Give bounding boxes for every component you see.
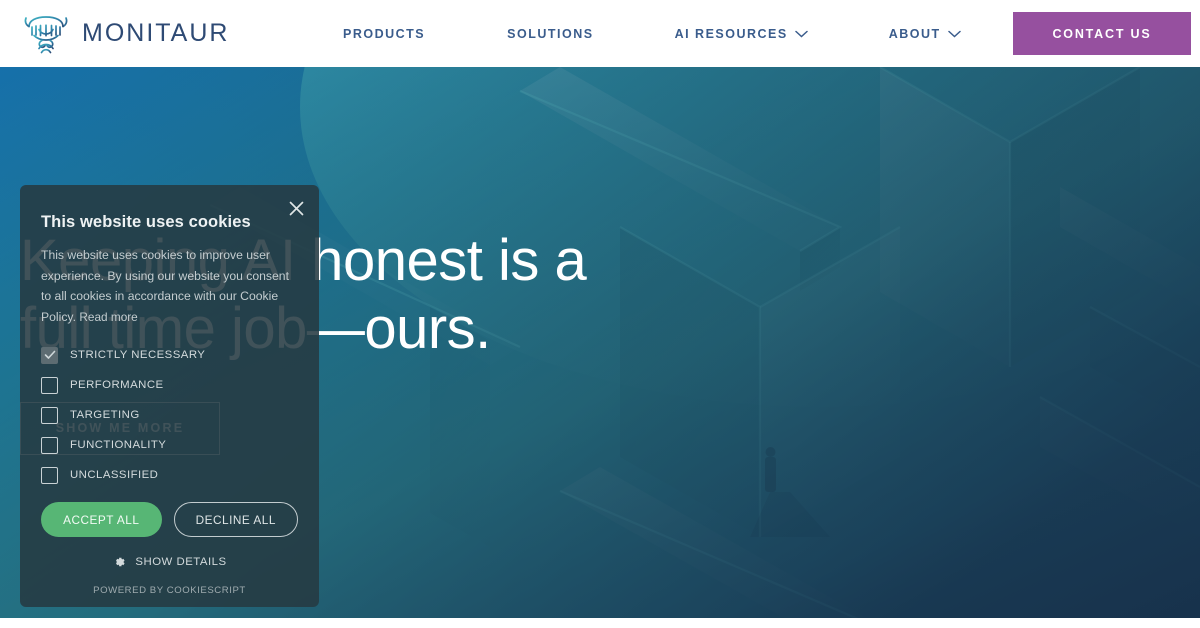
main-nav: PRODUCTS SOLUTIONS AI RESOURCES ABOUT (343, 0, 961, 67)
gear-icon (116, 558, 125, 567)
nav-label: AI RESOURCES (674, 26, 788, 41)
powered-by-cookiescript[interactable]: POWERED BY COOKIESCRIPT (41, 585, 298, 596)
nav-item-ai-resources[interactable]: AI RESOURCES (675, 27, 808, 41)
cookie-category-label: UNCLASSIFIED (70, 469, 159, 482)
check-icon (44, 351, 55, 360)
cookie-category-targeting[interactable]: TARGETING (41, 400, 298, 430)
nav-item-products[interactable]: PRODUCTS (343, 27, 425, 41)
cookie-category-functionality[interactable]: FUNCTIONALITY (41, 430, 298, 460)
cookie-category-unclassified[interactable]: UNCLASSIFIED (41, 460, 298, 490)
nav-item-solutions[interactable]: SOLUTIONS (507, 27, 593, 41)
checkbox-targeting[interactable] (41, 406, 58, 424)
cookie-dialog-title: This website uses cookies (41, 213, 251, 231)
nav-label: PRODUCTS (343, 26, 426, 41)
chevron-down-icon (947, 30, 961, 38)
cookie-dialog-description: This website uses cookies to improve use… (41, 245, 298, 327)
minotaur-logo-icon (24, 15, 68, 53)
cookie-consent-dialog: This website uses cookies This website u… (20, 185, 319, 607)
nav-label: ABOUT (888, 26, 941, 41)
checkbox-unclassified[interactable] (41, 466, 58, 484)
contact-us-button[interactable]: CONTACT US (1013, 12, 1191, 55)
decline-all-button[interactable]: DECLINE ALL (173, 502, 298, 538)
nav-item-about[interactable]: ABOUT (889, 27, 961, 41)
cookie-category-performance[interactable]: PERFORMANCE (41, 370, 298, 400)
cookie-category-label: FUNCTIONALITY (70, 439, 167, 452)
cookie-category-list: STRICTLY NECESSARY PERFORMANCE TARGETING… (41, 340, 298, 490)
cookie-category-label: TARGETING (70, 409, 140, 422)
show-details-label: SHOW DETAILS (135, 556, 227, 569)
show-details-button[interactable]: SHOW DETAILS (41, 555, 298, 569)
brand-name: MONITAUR (82, 19, 230, 47)
cookie-category-label: STRICTLY NECESSARY (70, 349, 206, 362)
close-button[interactable] (281, 193, 311, 223)
chevron-down-icon (794, 30, 808, 38)
checkbox-functionality[interactable] (41, 436, 58, 454)
cookie-category-strictly-necessary[interactable]: STRICTLY NECESSARY (41, 340, 298, 370)
read-more-link[interactable]: Read more (79, 310, 137, 324)
site-header: MONITAUR PRODUCTS SOLUTIONS AI RESOURCES… (0, 0, 1200, 67)
cookie-category-label: PERFORMANCE (70, 379, 164, 392)
close-icon (289, 201, 303, 215)
nav-label: SOLUTIONS (507, 26, 594, 41)
checkbox-performance[interactable] (41, 376, 58, 394)
accept-all-button[interactable]: ACCEPT ALL (41, 502, 162, 538)
page-root: MONITAUR PRODUCTS SOLUTIONS AI RESOURCES… (0, 0, 1200, 628)
cookie-dialog-actions: ACCEPT ALL DECLINE ALL (41, 502, 298, 538)
brand-logo[interactable]: MONITAUR (20, 0, 229, 67)
checkbox-strictly-necessary[interactable] (41, 346, 58, 364)
